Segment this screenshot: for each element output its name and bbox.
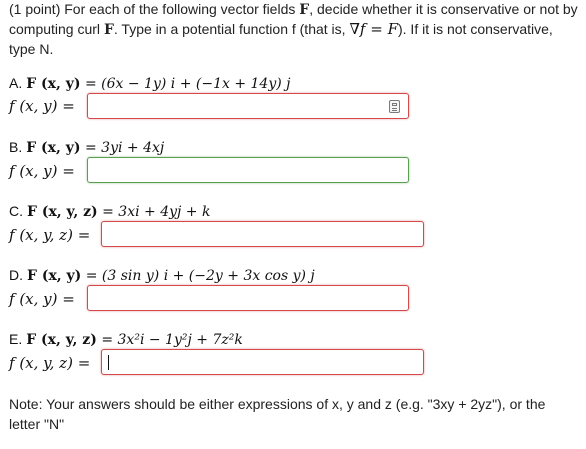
problem-e-rhs: = 3x²i − 1y²j + 7z²k [101,332,243,348]
problem-c-answer-label: f (x, y, z) = [9,226,91,244]
problem-e-answer-label: f (x, y, z) = [9,354,91,372]
problem-d-answer-label: f (x, y) = [9,290,75,308]
intro-gradient-equation: ∇f = F [349,20,398,38]
problem-b-lhs: F (x, y) [26,140,81,156]
problem-b-letter: B. [9,139,23,155]
problem-d-rhs: = (3 sin y) i + (−2y + 3x cos y) j [85,268,315,284]
intro-F-symbol-2: F [103,22,114,38]
problem-e-lhs: F (x, y, z) [26,332,97,348]
problem-b-rhs: = 3yi + 4xj [84,140,165,156]
problem-a-letter: A. [9,75,23,91]
problem-d-letter: D. [9,267,23,283]
problem-c-answer-input[interactable] [101,221,424,247]
problem-e-letter: E. [9,331,23,347]
problem-a-answer-input[interactable] [87,93,409,119]
problem-d-field: D. F (x, y) = (3 sin y) i + (−2y + 3x cos… [9,265,315,286]
problem-a-answer-label: f (x, y) = [9,97,75,115]
problem-d-lhs: F (x, y) [27,268,82,284]
problem-intro: (1 point) For each of the following vect… [9,0,581,59]
problem-a-field: A. F (x, y) = (6x − 1y) i + (−1x + 14y) j [9,73,291,94]
problem-e-field: E. F (x, y, z) = 3x²i − 1y²j + 7z²k [9,329,243,350]
problem-c-letter: C. [9,203,23,219]
problem-c-field: C. F (x, y, z) = 3xi + 4yj + k [9,201,210,222]
problem-b-field: B. F (x, y) = 3yi + 4xj [9,137,164,158]
problem-d-answer-input[interactable] [87,285,409,311]
problem-b-answer-input[interactable] [87,157,409,183]
preview-icon[interactable] [389,100,400,113]
problem-a-rhs: = (6x − 1y) i + (−1x + 14y) j [84,76,291,92]
text-caret [108,355,109,370]
problem-a-lhs: F (x, y) [26,76,81,92]
problem-b-answer-label: f (x, y) = [9,162,75,180]
problem-c-lhs: F (x, y, z) [27,204,98,220]
answer-format-note: Note: Your answers should be either expr… [9,396,546,432]
points-label: (1 point) [9,1,61,17]
intro-F-symbol: F [299,2,310,18]
problem-e-answer-input[interactable] [101,349,424,375]
intro-text-3: . Type in a potential function f (that i… [113,21,346,37]
problem-c-rhs: = 3xi + 4yj + k [102,204,211,220]
intro-text-1: For each of the following vector fields [64,1,296,17]
